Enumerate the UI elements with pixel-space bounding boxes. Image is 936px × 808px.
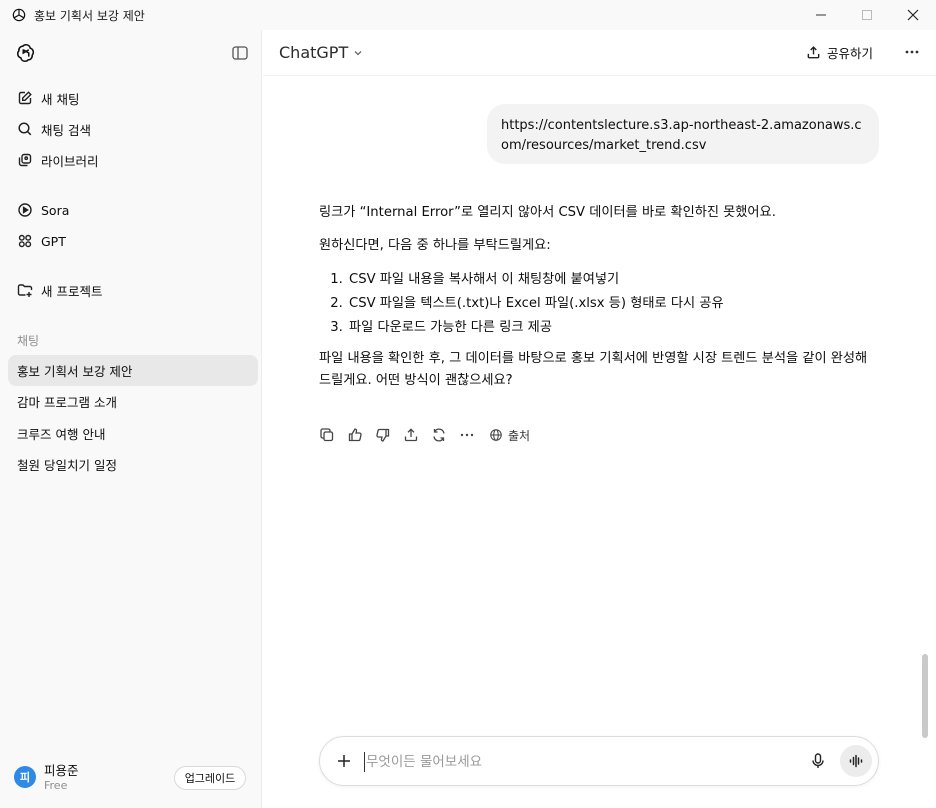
app-window: 홍보 기획서 보강 제안 새 채팅 채팅 검색 라이브러리 Sora GPT 새… — [0, 0, 936, 808]
user-message: https://contentslecture.s3.ap-northeast-… — [487, 104, 879, 164]
share-button[interactable]: 공유하기 — [806, 43, 873, 62]
edit-icon — [16, 89, 34, 107]
thumbs-down-icon[interactable] — [375, 425, 403, 445]
sidebar-item-search-chats[interactable]: 채팅 검색 — [8, 114, 258, 144]
chat-history-item[interactable]: 홍보 기획서 보강 제안 — [8, 355, 258, 386]
more-options-icon[interactable] — [904, 44, 920, 60]
sidebar-item-label: Sora — [41, 202, 70, 218]
minimize-button[interactable] — [798, 0, 844, 30]
close-window-button[interactable] — [890, 0, 936, 30]
more-options-icon[interactable] — [459, 425, 487, 445]
share-icon[interactable] — [403, 425, 431, 445]
sidebar-item-label: 채팅 검색 — [41, 122, 91, 138]
user-name: 피용준 — [44, 763, 79, 778]
upgrade-button[interactable]: 업그레이드 — [174, 766, 246, 790]
grid-icon — [16, 232, 34, 250]
sidebar-item-label: 새 채팅 — [41, 91, 80, 107]
voice-mode-button[interactable] — [840, 745, 872, 777]
assistant-paragraph: 링크가 “Internal Error”로 열리지 않아서 CSV 데이터를 바… — [319, 205, 776, 220]
chat-history-item[interactable]: 크루즈 여행 안내 — [8, 418, 258, 449]
window-controls — [798, 0, 936, 30]
assistant-message: 링크가 “Internal Error”로 열리지 않아서 CSV 데이터를 바… — [319, 202, 879, 403]
sidebar-item-label: 라이브러리 — [41, 153, 99, 169]
scrollbar-thumb[interactable] — [922, 654, 928, 738]
main-header: ChatGPT 공유하기 — [263, 30, 936, 76]
user-plan: Free — [44, 779, 68, 792]
list-item: CSV 파일을 텍스트(.txt)나 Excel 파일(.xlsx 등) 형태로… — [347, 292, 879, 316]
play-circle-icon — [16, 201, 34, 219]
avatar: 피 — [14, 766, 36, 788]
chevron-down-icon — [352, 47, 364, 59]
assistant-paragraph: 파일 내용을 확인한 후, 그 데이터를 바탕으로 홍보 기획서에 반영할 시장… — [319, 351, 868, 388]
sidebar-item-label: 새 프로젝트 — [41, 283, 103, 299]
thumbs-up-icon[interactable] — [347, 425, 375, 445]
window-title: 홍보 기획서 보강 제안 — [34, 8, 145, 23]
plus-icon[interactable] — [335, 752, 353, 770]
title-bar: 홍보 기획서 보강 제안 — [0, 0, 936, 30]
sidebar-item-new-project[interactable]: 새 프로젝트 — [8, 275, 258, 305]
assistant-list: CSV 파일 내용을 복사해서 이 채팅창에 붙여넣기 CSV 파일을 텍스트(… — [319, 268, 879, 340]
sidebar-item-new-chat[interactable]: 새 채팅 — [8, 83, 258, 113]
model-selector[interactable]: ChatGPT — [279, 43, 364, 62]
share-label: 공유하기 — [827, 46, 874, 61]
search-icon — [16, 120, 34, 138]
chatgpt-home-icon[interactable] — [15, 42, 37, 64]
sources-label: 출처 — [508, 428, 531, 443]
chats-section-label: 채팅 — [17, 334, 40, 348]
text-cursor — [364, 752, 365, 772]
sidebar: 새 채팅 채팅 검색 라이브러리 Sora GPT 새 프로젝트 채팅 홍보 기… — [0, 30, 262, 808]
list-item: 파일 다운로드 가능한 다른 링크 제공 — [347, 316, 879, 340]
sources-button[interactable]: 출처 — [489, 427, 530, 444]
message-composer — [319, 736, 879, 786]
folder-plus-icon — [16, 281, 34, 299]
share-icon — [806, 45, 821, 60]
model-name: ChatGPT — [279, 43, 349, 62]
sidebar-toggle-icon[interactable] — [231, 44, 249, 62]
sidebar-header — [0, 30, 261, 76]
maximize-button[interactable] — [844, 0, 890, 30]
message-input[interactable] — [366, 750, 766, 774]
chatgpt-logo-icon — [11, 7, 27, 23]
regenerate-icon[interactable] — [431, 425, 459, 445]
library-icon — [16, 151, 34, 169]
globe-icon — [490, 429, 502, 441]
chat-history-item[interactable]: 철원 당일치기 일정 — [8, 449, 258, 480]
chat-history-item[interactable]: 감마 프로그램 소개 — [8, 386, 258, 417]
waveform-icon — [849, 754, 863, 768]
assistant-paragraph: 원하신다면, 다음 중 하나를 부탁드릴게요: — [319, 238, 551, 253]
copy-icon[interactable] — [319, 425, 347, 445]
user-profile[interactable]: 피 피용준 Free 업그레이드 — [0, 748, 262, 808]
sidebar-item-gpt[interactable]: GPT — [8, 226, 258, 256]
main-panel: ChatGPT 공유하기 https://contentslecture.s3.… — [263, 30, 936, 808]
sidebar-item-label: GPT — [41, 233, 66, 249]
message-actions: 출처 — [319, 425, 530, 445]
sidebar-item-sora[interactable]: Sora — [8, 195, 258, 225]
microphone-icon[interactable] — [809, 752, 827, 770]
list-item: CSV 파일 내용을 복사해서 이 채팅창에 붙여넣기 — [347, 268, 879, 292]
sidebar-item-library[interactable]: 라이브러리 — [8, 145, 258, 175]
user-message-text: https://contentslecture.s3.ap-northeast-… — [501, 118, 862, 153]
